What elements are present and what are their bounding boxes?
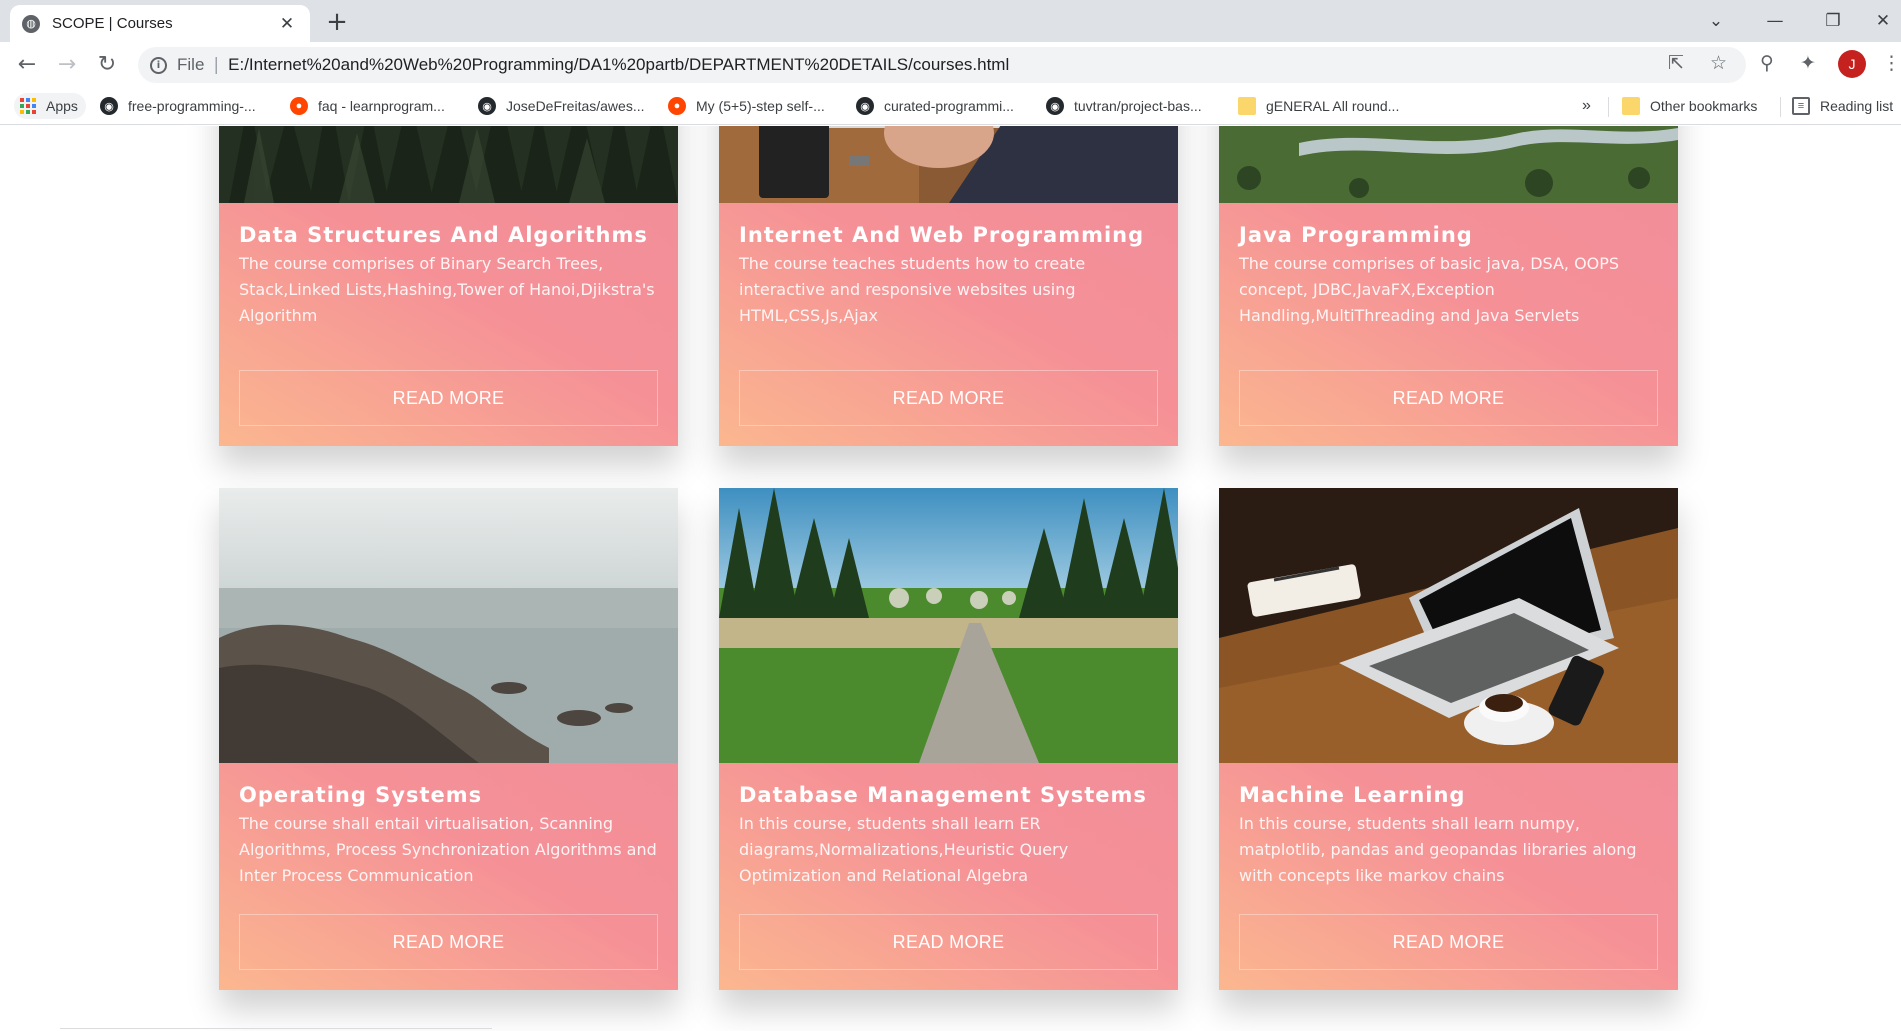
bookmark-label: tuvtran/project-bas...: [1074, 98, 1202, 114]
read-more-button[interactable]: READ MORE: [1239, 914, 1658, 970]
menu-icon[interactable]: ⋮: [1882, 52, 1901, 74]
course-description: In this course, students shall learn ER …: [739, 814, 1069, 885]
course-description: The course shall entail virtualisation, …: [239, 814, 657, 885]
course-card-body: Database Management Systems In this cour…: [719, 763, 1178, 990]
course-card-body: Java Programming The course comprises of…: [1219, 203, 1678, 446]
read-more-button[interactable]: READ MORE: [239, 370, 658, 426]
read-more-button[interactable]: READ MORE: [739, 370, 1158, 426]
river-meadow-image: [1219, 126, 1678, 203]
read-more-button[interactable]: READ MORE: [739, 914, 1158, 970]
course-title: Operating Systems: [239, 783, 483, 807]
bookmark-label: curated-programmi...: [884, 98, 1014, 114]
bookmark-item[interactable]: ◉ free-programming-...: [100, 93, 256, 119]
reading-list-icon: ≡: [1792, 97, 1810, 115]
course-card: Java Programming The course comprises of…: [1219, 126, 1678, 446]
course-title: Machine Learning: [1239, 783, 1466, 807]
forest-image: [219, 126, 678, 203]
globe-icon: ◍: [22, 14, 40, 33]
url-scheme: File: [177, 55, 205, 74]
back-button[interactable]: ←: [12, 50, 42, 80]
course-description: In this course, students shall learn num…: [1239, 814, 1637, 885]
browser-tab[interactable]: ◍ SCOPE | Courses ✕: [10, 5, 310, 42]
forest-path-image: [719, 488, 1178, 763]
bookmark-item[interactable]: ● My (5+5)-step self-...: [668, 93, 825, 119]
bookmark-star-icon[interactable]: ☆: [1710, 52, 1727, 74]
url-text: E:/Internet%20and%20Web%20Programming/DA…: [228, 55, 1010, 74]
reddit-icon: ●: [290, 97, 308, 115]
close-window-button[interactable]: ✕: [1860, 6, 1901, 36]
course-title: Internet And Web Programming: [739, 223, 1145, 247]
course-description: The course comprises of Binary Search Tr…: [239, 254, 655, 325]
zoom-search-icon[interactable]: ⚲: [1760, 52, 1774, 74]
course-description: The course comprises of basic java, DSA,…: [1239, 254, 1620, 325]
course-description: The course teaches students how to creat…: [739, 254, 1086, 325]
course-card-body: Machine Learning In this course, student…: [1219, 763, 1678, 990]
share-icon[interactable]: ⇱: [1668, 52, 1684, 74]
bookmarks-bar: Apps ◉ free-programming-... ● faq - lear…: [0, 88, 1901, 125]
course-card: Machine Learning In this course, student…: [1219, 488, 1678, 990]
course-card-body: Operating Systems The course shall entai…: [219, 763, 678, 990]
bookmark-label: free-programming-...: [128, 98, 256, 114]
course-card: Database Management Systems In this cour…: [719, 488, 1178, 990]
tab-search-icon[interactable]: ⌄: [1693, 6, 1739, 36]
browser-toolbar: ← → ↻ i File | E:/Internet%20and%20Web%2…: [0, 42, 1901, 88]
info-icon[interactable]: i: [150, 56, 167, 74]
course-card: Operating Systems The course shall entai…: [219, 488, 678, 990]
bookmark-item[interactable]: ● faq - learnprogram...: [290, 93, 445, 119]
bookmarks-overflow-button[interactable]: »: [1582, 93, 1591, 119]
course-card: Data Structures And Algorithms The cours…: [219, 126, 678, 446]
restore-button[interactable]: ❐: [1810, 6, 1856, 36]
close-tab-icon[interactable]: ✕: [276, 14, 298, 34]
github-icon: ◉: [856, 97, 874, 115]
new-tab-button[interactable]: +: [322, 8, 352, 38]
page-divider: [60, 1028, 492, 1029]
bookmark-label: My (5+5)-step self-...: [696, 98, 825, 114]
reddit-icon: ●: [668, 97, 686, 115]
url-separator: |: [213, 55, 220, 75]
read-more-button[interactable]: READ MORE: [1239, 370, 1658, 426]
course-title: Data Structures And Algorithms: [239, 223, 648, 247]
github-icon: ◉: [100, 97, 118, 115]
reading-list[interactable]: ≡ Reading list: [1792, 93, 1893, 119]
reload-button[interactable]: ↻: [92, 50, 122, 80]
profile-avatar[interactable]: J: [1838, 50, 1866, 78]
bookmarks-divider: [1780, 97, 1781, 117]
tab-strip: ◍ SCOPE | Courses ✕ + ⌄ — ❐ ✕: [0, 0, 1901, 42]
page-viewport[interactable]: Data Structures And Algorithms The cours…: [0, 126, 1901, 1031]
github-icon: ◉: [1046, 97, 1064, 115]
bookmarks-divider: [1608, 97, 1609, 117]
minimize-button[interactable]: —: [1752, 6, 1798, 36]
bookmark-item[interactable]: gENERAL All round...: [1238, 93, 1399, 119]
forward-button[interactable]: →: [52, 50, 82, 80]
bookmark-label: JoseDeFreitas/awes...: [506, 98, 645, 114]
folder-icon: [1622, 97, 1640, 115]
github-icon: ◉: [478, 97, 496, 115]
bookmark-label: faq - learnprogram...: [318, 98, 445, 114]
course-card-body: Internet And Web Programming The course …: [719, 203, 1178, 446]
tab-title: SCOPE | Courses: [52, 15, 173, 32]
course-title: Java Programming: [1239, 223, 1473, 247]
bookmark-item[interactable]: ◉ tuvtran/project-bas...: [1046, 93, 1202, 119]
folder-icon: [1238, 97, 1256, 115]
rocky-sea-image: [219, 488, 678, 763]
bookmark-item[interactable]: ◉ JoseDeFreitas/awes...: [478, 93, 645, 119]
other-bookmarks-label: Other bookmarks: [1650, 98, 1758, 114]
bookmark-apps[interactable]: Apps: [14, 93, 86, 119]
address-bar[interactable]: i File | E:/Internet%20and%20Web%20Progr…: [138, 47, 1746, 83]
bookmark-item[interactable]: ◉ curated-programmi...: [856, 93, 1014, 119]
read-more-button[interactable]: READ MORE: [239, 914, 658, 970]
laptop-coffee-image: [1219, 488, 1678, 763]
bookmark-apps-label: Apps: [46, 98, 78, 114]
reading-list-label: Reading list: [1820, 98, 1894, 114]
course-card: Internet And Web Programming The course …: [719, 126, 1178, 446]
bookmark-label: gENERAL All round...: [1266, 98, 1400, 114]
other-bookmarks[interactable]: Other bookmarks: [1622, 93, 1757, 119]
apps-grid-icon: [20, 98, 36, 114]
extensions-icon[interactable]: ✦: [1800, 52, 1816, 74]
course-card-body: Data Structures And Algorithms The cours…: [219, 203, 678, 446]
laptop-desk-image: [719, 126, 1178, 203]
course-title: Database Management Systems: [739, 783, 1147, 807]
